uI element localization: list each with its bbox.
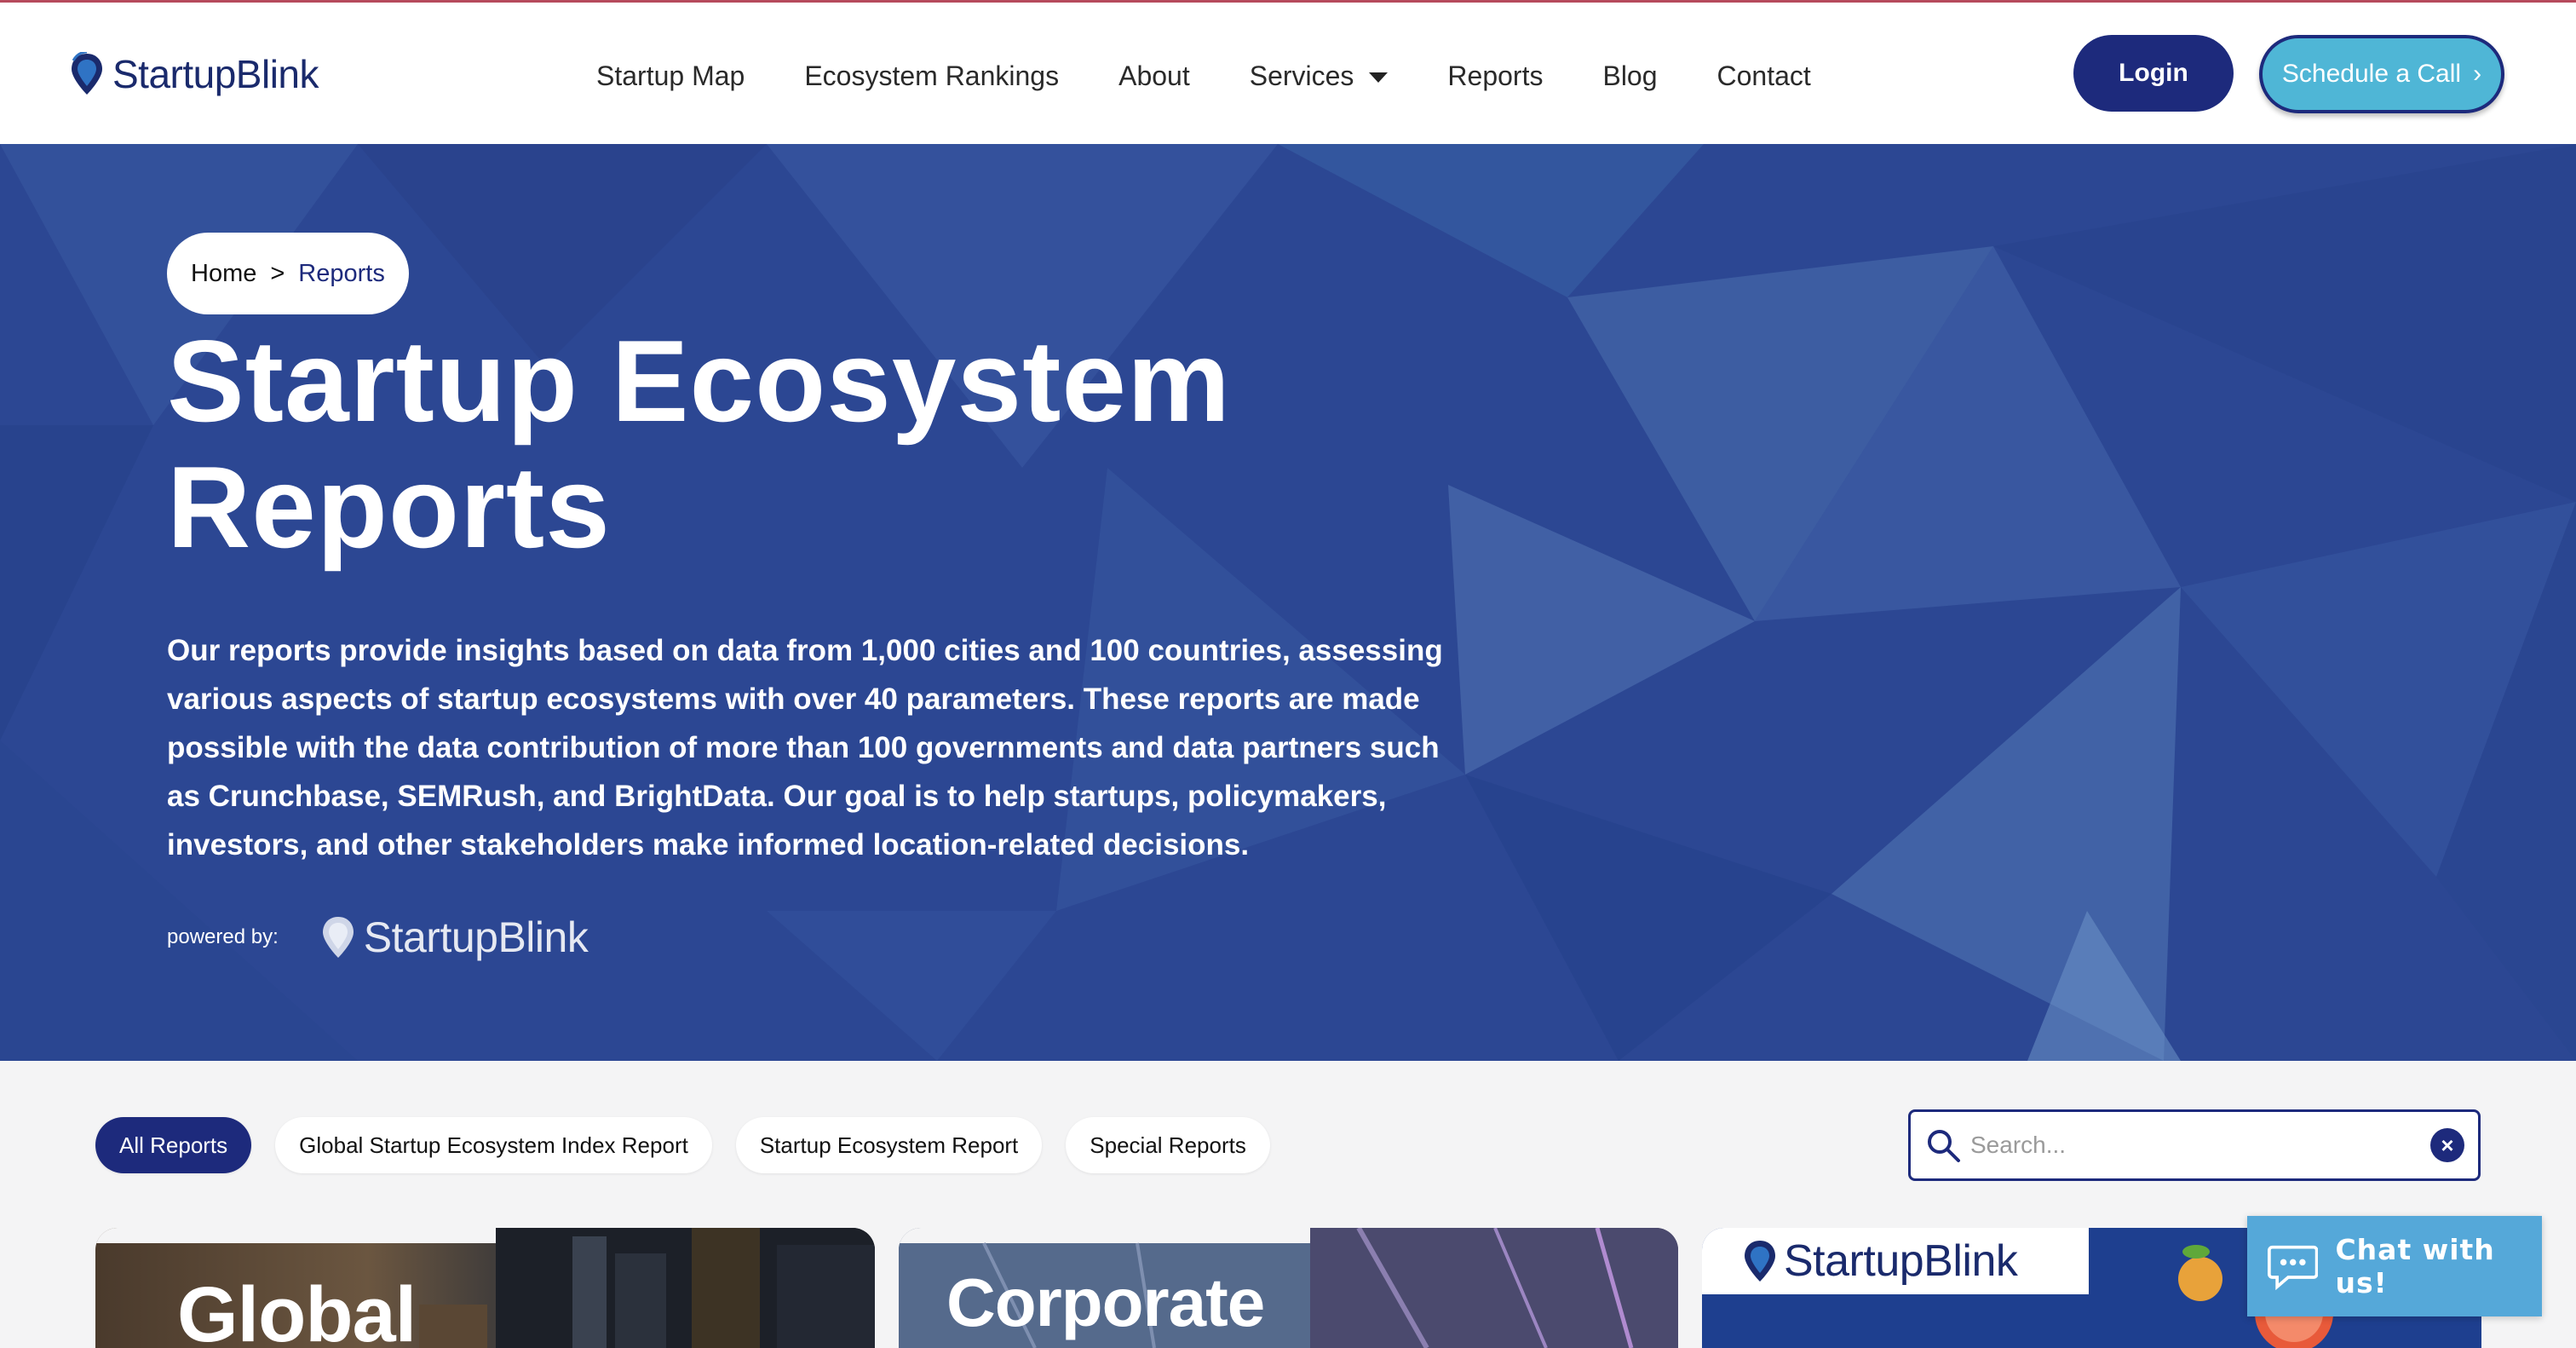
breadcrumb: Home > Reports [167,233,409,314]
fruit-illustration [2178,1245,2222,1301]
login-button[interactable]: Login [2073,35,2234,112]
report-filters: All Reports Global Startup Ecosystem Ind… [95,1117,1270,1173]
nav-about[interactable]: About [1118,60,1190,92]
location-pin-icon [72,52,102,95]
powered-by: powered by: StartupBlink [167,913,589,962]
chat-widget-button[interactable]: Chat with us! [2247,1216,2542,1316]
nav-contact[interactable]: Contact [1717,60,1811,92]
clear-search-icon[interactable]: × [2430,1128,2464,1162]
hero-section: Home > Reports Startup Ecosystem Reports… [0,144,2576,1061]
brand-name: StartupBlink [112,52,319,96]
schedule-call-label: Schedule a Call [2281,60,2462,88]
search-box: × [1908,1109,2481,1181]
caret-down-icon [1369,72,1389,83]
breadcrumb-separator: > [270,259,285,287]
nav-blog[interactable]: Blog [1602,60,1657,92]
powered-by-label: powered by: [167,925,279,948]
filter-all-reports[interactable]: All Reports [95,1117,252,1173]
chat-bubble-icon [2268,1245,2319,1290]
breadcrumb-current[interactable]: Reports [298,260,385,288]
card-title: Global [177,1271,417,1348]
main-nav: Startup Map Ecosystem Rankings About Ser… [596,52,1871,100]
chevron-right-icon: › [2473,60,2482,88]
filter-ecosystem-report[interactable]: Startup Ecosystem Report [735,1117,1043,1173]
nav-services-label: Services [1249,60,1354,91]
card-brand-name: StartupBlink [1784,1236,2018,1286]
report-card-global[interactable]: Global [95,1228,875,1348]
hero-description: Our reports provide insights based on da… [167,634,1443,861]
page-title-line2: Reports [167,442,611,572]
powered-by-logo: StartupBlink [321,913,589,962]
search-input[interactable] [1970,1132,2430,1159]
card-title: Corporate [946,1264,1265,1340]
page-title-line1: Startup Ecosystem [167,316,1231,446]
nav-startup-map[interactable]: Startup Map [596,60,745,92]
location-pin-icon [322,917,354,958]
powered-by-brand: StartupBlink [363,913,589,961]
nav-reports[interactable]: Reports [1447,60,1543,92]
card-brand-logo: StartupBlink [1702,1228,2089,1294]
page-title: Startup Ecosystem Reports [167,318,1445,570]
site-header: StartupBlink Startup Map Ecosystem Ranki… [0,3,2576,144]
brand-logo[interactable]: StartupBlink [70,47,319,101]
breadcrumb-home[interactable]: Home [191,260,256,288]
report-card-corporate[interactable]: Corporate [899,1228,1678,1348]
filter-global-index[interactable]: Global Startup Ecosystem Index Report [275,1117,712,1173]
filter-special-reports[interactable]: Special Reports [1066,1117,1270,1173]
nav-ecosystem-rankings[interactable]: Ecosystem Rankings [804,60,1059,92]
chat-label: Chat with us! [2335,1233,2495,1299]
location-pin-icon [1745,1241,1775,1282]
schedule-call-button[interactable]: Schedule a Call › [2259,35,2504,113]
nav-services[interactable]: Services [1250,60,1389,92]
search-icon [1928,1130,1960,1162]
